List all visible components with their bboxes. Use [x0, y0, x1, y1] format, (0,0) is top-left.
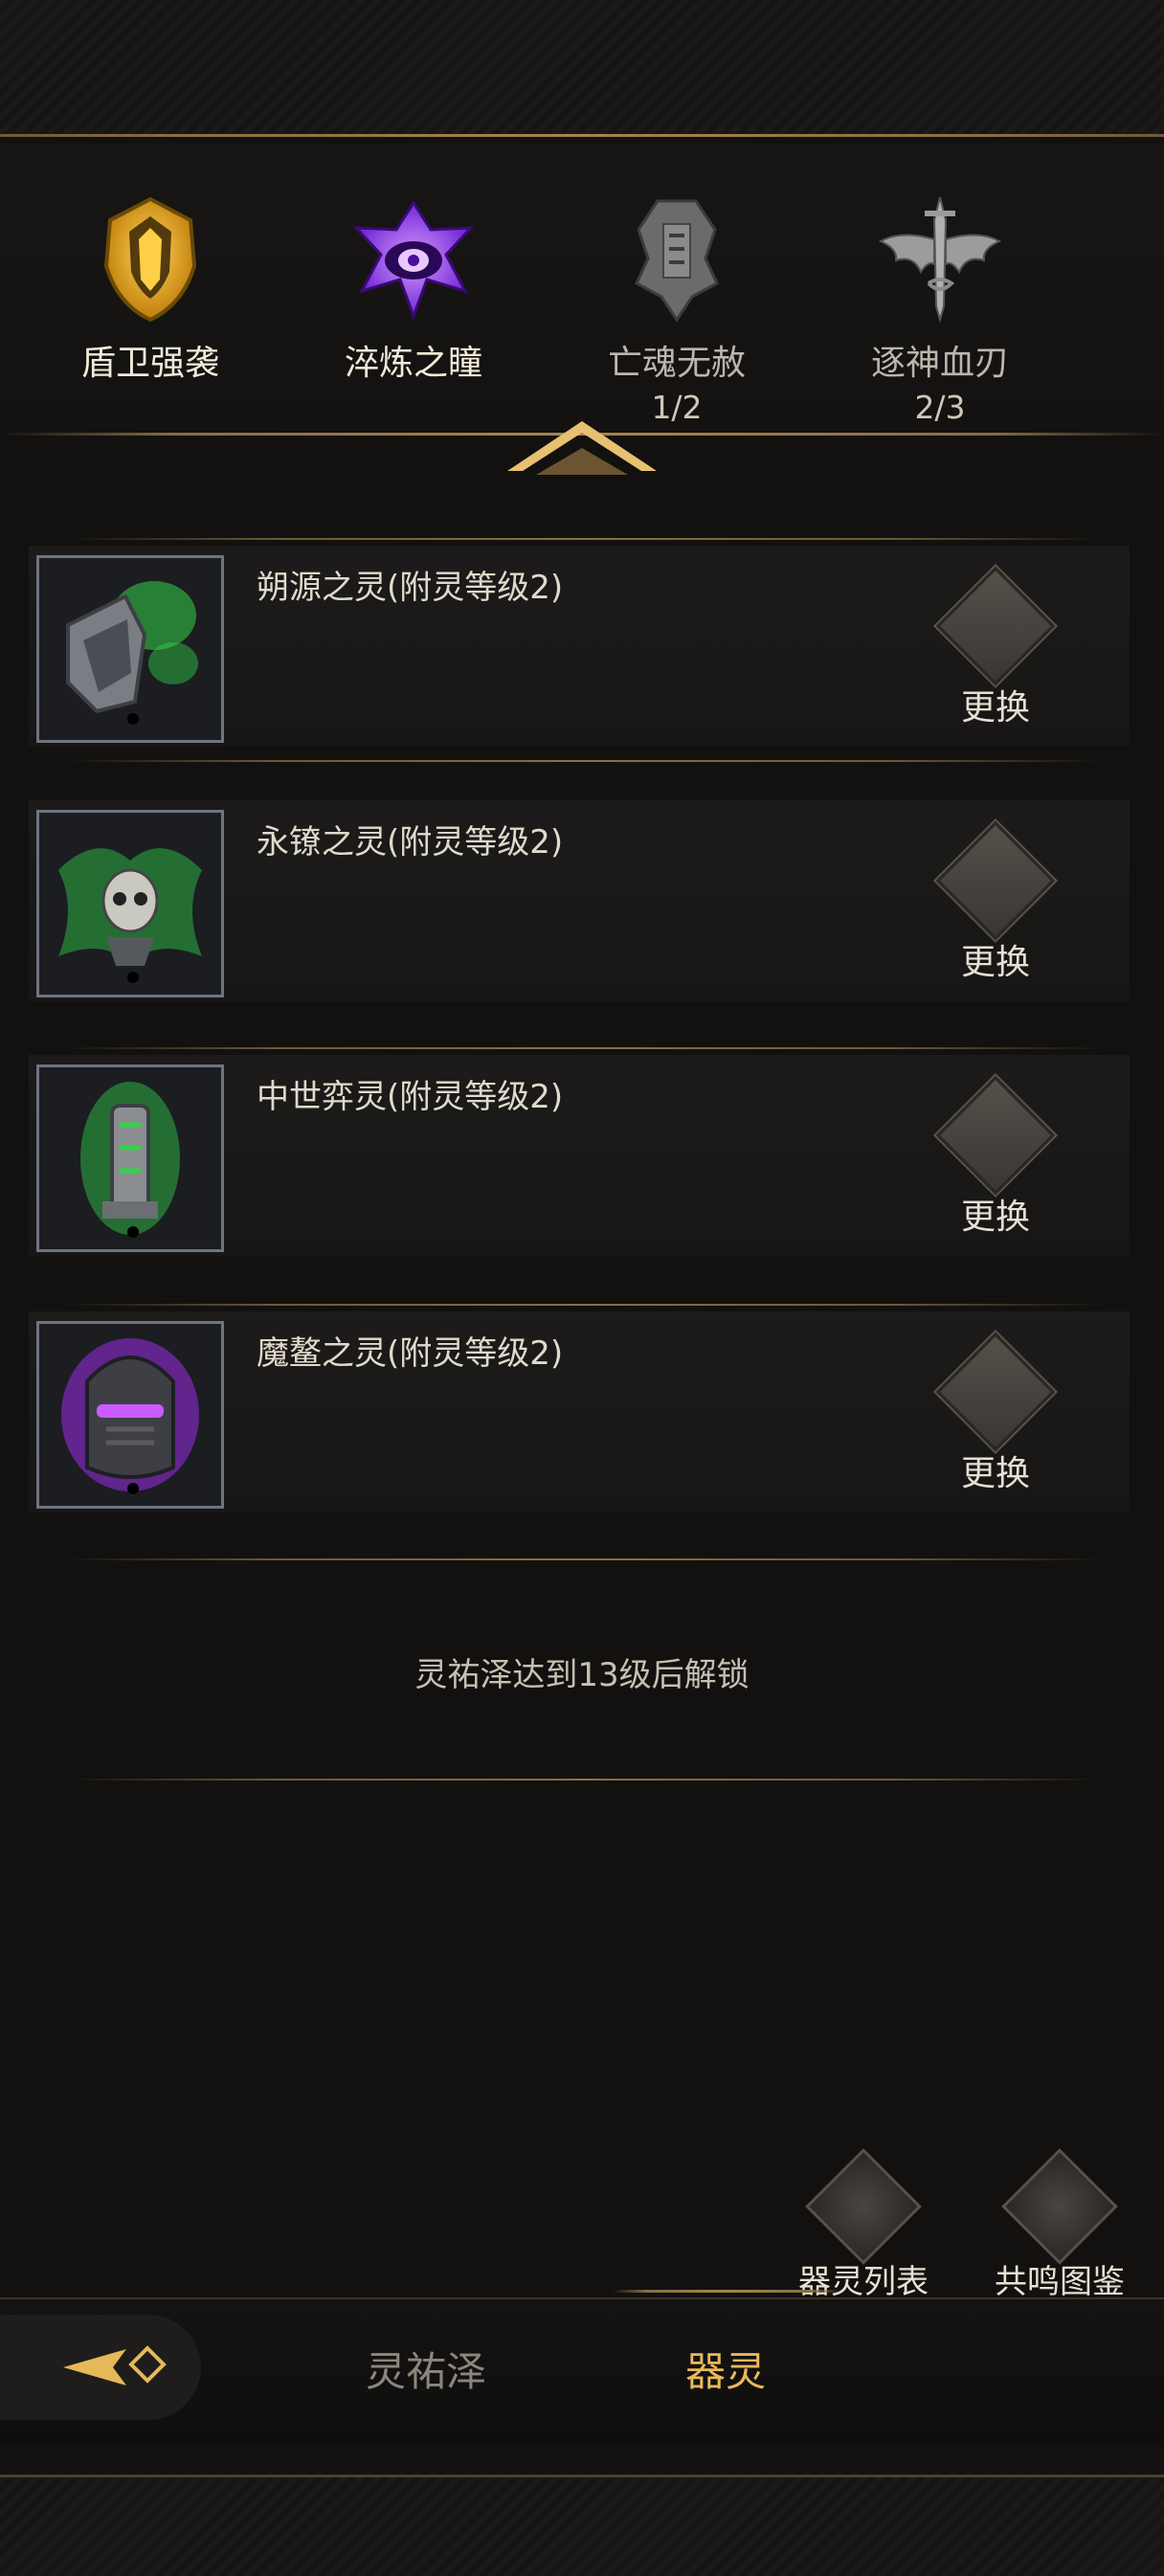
spirit-thumbnail[interactable]	[36, 1321, 224, 1509]
set-item-no-mercy[interactable]: 亡魂无赦 1/2	[567, 191, 787, 426]
swap-label: 更换	[960, 1454, 1030, 1493]
set-progress: 2/3	[914, 389, 966, 426]
grey-tower-crest-icon	[635, 199, 719, 323]
swap-button[interactable]: 更换	[929, 566, 1063, 737]
swap-icon	[935, 1332, 1056, 1452]
row-divider	[67, 1304, 1101, 1306]
resonance-codex-button[interactable]: 共鸣图鉴	[959, 2148, 1160, 2302]
swap-label: 更换	[960, 943, 1030, 982]
winged-sword-crest-icon	[878, 196, 1002, 324]
spirit-list-icon	[805, 2148, 922, 2265]
set-item-godslayer-blade[interactable]: 逐神血刃 2/3	[830, 191, 1050, 426]
spirit-title: 永镣之灵(附灵等级2)	[257, 823, 564, 862]
swap-icon	[935, 1075, 1056, 1196]
spirit-slot-1[interactable]: 朔源之灵(附灵等级2) 更换	[29, 546, 1130, 747]
skull-spirit-icon	[39, 813, 221, 995]
swap-icon	[935, 566, 1056, 686]
back-arrow-icon	[63, 2345, 167, 2386]
bottom-frame	[0, 2475, 1164, 2576]
spirit-title: 朔源之灵(附灵等级2)	[257, 569, 564, 607]
spirit-thumbnail[interactable]	[36, 1064, 224, 1252]
row-divider	[67, 1779, 1101, 1781]
spirit-title: 魔鳌之灵(附灵等级2)	[257, 1334, 564, 1373]
tab-lingyouze[interactable]: 灵祐泽	[366, 2340, 486, 2398]
set-item-shield-guard[interactable]: 盾卫强袭	[40, 191, 260, 385]
green-armor-spirit-icon	[39, 558, 221, 740]
locked-slot-message: 灵祐泽达到13级后解锁	[414, 1656, 750, 1694]
swap-button[interactable]: 更换	[929, 1332, 1063, 1503]
swap-icon	[935, 820, 1056, 941]
spirit-thumbnail[interactable]	[36, 810, 224, 997]
top-divider	[0, 134, 1164, 137]
set-name: 亡魂无赦	[607, 344, 746, 383]
spirit-list-button[interactable]: 器灵列表	[763, 2148, 964, 2302]
swap-button[interactable]: 更换	[929, 820, 1063, 992]
tab-spirit[interactable]: 器灵	[685, 2340, 766, 2398]
active-tab-indicator	[613, 2290, 842, 2293]
winged-emblem-icon	[1001, 2148, 1118, 2265]
back-button[interactable]	[0, 2315, 201, 2420]
row-divider	[67, 1047, 1101, 1049]
shield-crest-icon	[103, 196, 197, 323]
row-divider	[67, 1558, 1101, 1560]
set-name: 盾卫强袭	[80, 344, 219, 383]
spirit-slot-4[interactable]: 魔鳌之灵(附灵等级2) 更换	[29, 1311, 1130, 1512]
top-frame	[0, 0, 1164, 137]
swap-button[interactable]: 更换	[929, 1075, 1063, 1246]
row-divider	[67, 760, 1101, 762]
swap-label: 更换	[960, 1198, 1030, 1237]
set-name: 淬炼之瞳	[344, 344, 482, 383]
chess-piece-spirit-icon	[39, 1067, 221, 1249]
spirit-slot-2[interactable]: 永镣之灵(附灵等级2) 更换	[29, 800, 1130, 1001]
row-divider	[67, 538, 1101, 540]
collapse-chevron-icon[interactable]	[498, 412, 666, 479]
swap-label: 更换	[960, 688, 1030, 728]
spirit-title: 中世弈灵(附灵等级2)	[257, 1078, 564, 1116]
purple-eye-crest-icon	[352, 200, 475, 321]
spirit-slot-3[interactable]: 中世弈灵(附灵等级2) 更换	[29, 1055, 1130, 1256]
set-name: 逐神血刃	[870, 344, 1009, 383]
spirit-thumbnail[interactable]	[36, 555, 224, 743]
set-item-tempered-eye[interactable]: 淬炼之瞳	[303, 191, 524, 385]
purple-helmet-spirit-icon	[39, 1324, 221, 1506]
